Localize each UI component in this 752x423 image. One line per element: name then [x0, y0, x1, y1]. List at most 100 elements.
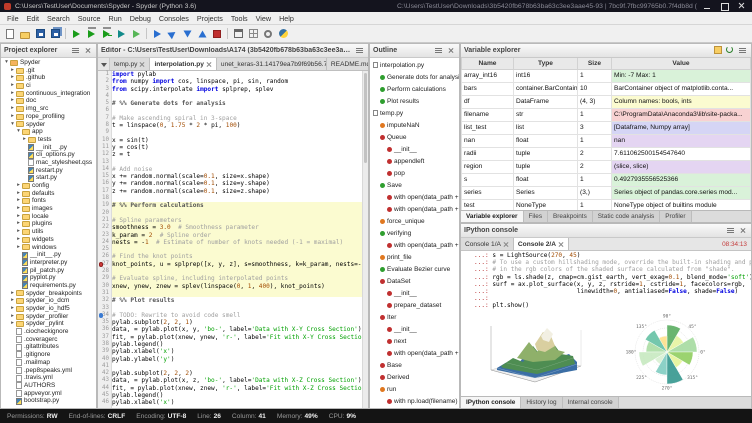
console-body[interactable]: ...: s = LightSource(270, 45) ...: # To …: [461, 251, 751, 396]
code-line[interactable]: k_param = 2 # Spline order: [112, 232, 368, 239]
project-options-button[interactable]: [71, 46, 81, 56]
code-line[interactable]: x = sin(t): [112, 137, 368, 144]
code-line[interactable]: [112, 210, 368, 217]
gutter-line[interactable]: 24: [98, 239, 111, 246]
gutter-line[interactable]: 15: [98, 173, 111, 180]
variable-row[interactable]: radiituple27.611062500154547640: [462, 147, 751, 160]
code-line[interactable]: # Add noise: [112, 166, 368, 173]
code-line[interactable]: pylab.subplot(2, 2, 1): [112, 319, 368, 326]
editor-tab[interactable]: unet_keras-31.14179ea7b9f69b56.7f4db8d (…: [217, 58, 327, 70]
code-line[interactable]: x += random.normal(scale=0.1, size=x.sha…: [112, 173, 368, 180]
step-into-button[interactable]: [180, 27, 194, 41]
gutter-line[interactable]: 38: [98, 341, 111, 348]
menu-run[interactable]: Run: [105, 13, 126, 24]
chevron-icon[interactable]: ▸: [15, 182, 22, 190]
tree-item[interactable]: ▸fonts: [1, 197, 96, 205]
code-line[interactable]: fit, = pylab.plot(xnew, znew, 'r-', labe…: [112, 385, 368, 392]
chevron-icon[interactable]: ▸: [15, 197, 22, 205]
tree-item[interactable]: .mailmap: [1, 359, 96, 367]
variable-row[interactable]: seriesSeries(3,)Series object of pandas.…: [462, 186, 751, 199]
gutter-line[interactable]: 43: [98, 377, 111, 384]
variable-options-button[interactable]: [738, 46, 748, 56]
gutter-line[interactable]: 35: [98, 319, 111, 326]
tree-item[interactable]: restart.py: [1, 167, 96, 175]
gutter-line[interactable]: 26: [98, 253, 111, 260]
gutter-line[interactable]: 5: [98, 100, 111, 107]
chevron-icon[interactable]: ▾: [3, 59, 10, 67]
variable-row[interactable]: array_int16int161Min: -7 Max: 1: [462, 69, 751, 82]
gutter-line[interactable]: 17: [98, 188, 111, 195]
code-line[interactable]: fit, = pylab.plot(xnew, ynew, 'r-', labe…: [112, 334, 368, 341]
chevron-icon[interactable]: ▾: [9, 121, 16, 129]
code-line[interactable]: [112, 129, 368, 136]
chevron-icon[interactable]: ▸: [9, 97, 16, 105]
tree-item[interactable]: ▸plugins: [1, 220, 96, 228]
gutter-line[interactable]: 34: [98, 312, 111, 319]
plugin-tab[interactable]: Files: [524, 211, 549, 222]
stop-debug-button[interactable]: [210, 27, 224, 41]
debug-button[interactable]: [150, 27, 164, 41]
outline-item[interactable]: print_file: [370, 251, 459, 263]
plugin-tab[interactable]: Static code analysis: [593, 211, 660, 222]
chevron-icon[interactable]: ▸: [9, 320, 16, 328]
outline-item[interactable]: prepare_dataset: [370, 299, 459, 311]
chevron-icon[interactable]: ▾: [15, 128, 22, 136]
tree-item[interactable]: ▸img_src: [1, 105, 96, 113]
outline-item[interactable]: Generate dots for analysis: [370, 71, 459, 83]
editor-tab[interactable]: interpolation.py: [150, 58, 216, 70]
outline-item[interactable]: __init__: [370, 143, 459, 155]
gutter-line[interactable]: 4: [98, 93, 111, 100]
tree-item[interactable]: ▸windows: [1, 244, 96, 252]
tree-item[interactable]: cli_options.py: [1, 151, 96, 159]
menu-view[interactable]: View: [252, 13, 275, 24]
code-line[interactable]: from numpy import cos, linspace, pi, sin…: [112, 78, 368, 85]
code-line[interactable]: smoothness = 3.0 # Smoothness parameter: [112, 224, 368, 231]
close-tab-icon[interactable]: [503, 241, 509, 247]
code-line[interactable]: [112, 268, 368, 275]
plugin-tab[interactable]: Variable explorer: [461, 211, 524, 222]
outline-item[interactable]: pop: [370, 167, 459, 179]
tree-item[interactable]: __init__.py: [1, 251, 96, 259]
outline-item[interactable]: temp.py: [370, 107, 459, 119]
tree-item[interactable]: ▸widgets: [1, 236, 96, 244]
outline-item[interactable]: Perform calculations: [370, 83, 459, 95]
outline-item[interactable]: appendleft: [370, 155, 459, 167]
tree-item[interactable]: .gitattributes: [1, 343, 96, 351]
outline-item[interactable]: run: [370, 383, 459, 395]
variable-row[interactable]: list_testlist3[Dataframe, Numpy array]: [462, 121, 751, 134]
console-area-tab[interactable]: IPython console: [461, 397, 521, 408]
tree-item[interactable]: interpreter.py: [1, 259, 96, 267]
outline-item[interactable]: force_unique: [370, 215, 459, 227]
code-line[interactable]: # Find the knot points: [112, 253, 368, 260]
gutter-line[interactable]: 21: [98, 217, 111, 224]
gutter-line[interactable]: 30: [98, 283, 111, 290]
gutter-line[interactable]: 16: [98, 180, 111, 187]
gutter-line[interactable]: 40: [98, 356, 111, 363]
gutter-line[interactable]: 8: [98, 122, 111, 129]
gutter-line[interactable]: 29: [98, 275, 111, 282]
tree-item[interactable]: pyplot.py: [1, 274, 96, 282]
gutter-line[interactable]: 7: [98, 115, 111, 122]
variable-row[interactable]: sfloat10.4927935556525366: [462, 173, 751, 186]
outline-item[interactable]: with open(data_path + output_fil...: [370, 191, 459, 203]
outline-close-button[interactable]: [446, 46, 456, 56]
editor-tab[interactable]: temp.py: [110, 58, 150, 70]
gutter-line[interactable]: 41: [98, 363, 111, 370]
code-line[interactable]: knot_points, u = splprep([x, y, z], s=sm…: [112, 261, 368, 268]
outline-item[interactable]: __init__: [370, 287, 459, 299]
chevron-icon[interactable]: ▸: [15, 190, 22, 198]
column-header-value[interactable]: Value: [612, 58, 751, 69]
editor-scrollbar-thumb[interactable]: [364, 73, 367, 163]
outline-item[interactable]: with open(data_path + output_fil...: [370, 347, 459, 359]
outline-item[interactable]: with open(data_path + output_fil...: [370, 239, 459, 251]
close-window-button[interactable]: [735, 1, 748, 11]
console-prompt-line[interactable]: In [12]:: [463, 392, 751, 397]
gutter-line[interactable]: 46: [98, 399, 111, 406]
menu-debug[interactable]: Debug: [126, 13, 155, 24]
console-area-tab[interactable]: History log: [521, 397, 562, 408]
tree-item[interactable]: ▸ci: [1, 82, 96, 90]
console-area-tab[interactable]: Internal console: [563, 397, 619, 408]
gutter-line[interactable]: 19: [98, 202, 111, 209]
tree-item[interactable]: ▸utils: [1, 228, 96, 236]
code-line[interactable]: data, = pylab.plot(x, y, 'bo-', label='D…: [112, 326, 368, 333]
